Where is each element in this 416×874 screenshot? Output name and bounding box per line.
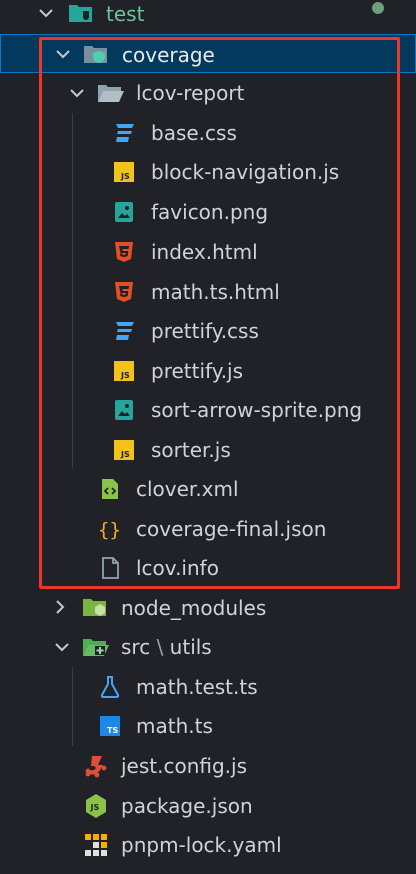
xml-file-icon <box>98 477 122 501</box>
json-file-icon: {} <box>96 515 121 541</box>
js-file-icon: JS <box>112 438 136 462</box>
jest-file-icon <box>83 754 107 778</box>
js-file-icon: JS <box>112 359 136 383</box>
svg-text:TS: TS <box>107 726 118 735</box>
tree-item-file[interactable]: JS block-navigation.js <box>0 152 416 191</box>
test-file-icon <box>98 675 122 699</box>
js-file-icon: JS <box>112 160 136 184</box>
tree-item-label: lcov.info <box>136 556 219 580</box>
tree-item-label: math.ts <box>136 714 213 738</box>
tree-item-label: package.json <box>121 794 253 818</box>
tree-item-file[interactable]: pnpm-lock.yaml <box>0 825 416 864</box>
tree-item-file[interactable]: clover.xml <box>0 469 416 508</box>
tree-item-src-utils[interactable]: src \ utils <box>0 627 416 666</box>
tree-item-label: test <box>106 2 145 26</box>
test-folder-icon <box>68 1 92 25</box>
path-separator: \ <box>156 635 164 659</box>
tree-item-label: favicon.png <box>151 200 269 224</box>
tree-item-test[interactable]: test <box>0 0 416 33</box>
tree-item-label: block-navigation.js <box>151 160 340 184</box>
html-file-icon <box>112 280 136 304</box>
tree-item-label: math.ts.html <box>151 280 280 304</box>
tree-item-file[interactable]: math.test.ts <box>0 667 416 706</box>
path-segment-utils: utils <box>169 635 212 659</box>
html-file-icon <box>112 240 136 264</box>
tree-item-file[interactable]: JS sorter.js <box>0 430 416 469</box>
src-folder-icon <box>82 635 109 659</box>
tree-item-label: node_modules <box>121 596 267 620</box>
svg-text:JS: JS <box>120 371 130 380</box>
svg-text:JS: JS <box>90 803 100 812</box>
image-file-icon <box>112 398 136 422</box>
tree-item-label: prettify.css <box>151 319 259 343</box>
chevron-down-icon[interactable] <box>38 5 54 21</box>
pnpm-file-icon <box>84 833 108 857</box>
tree-item-file[interactable]: favicon.png <box>0 192 416 231</box>
css-file-icon <box>112 319 136 343</box>
tree-item-file[interactable]: prettify.css <box>0 311 416 350</box>
image-file-icon <box>112 200 136 224</box>
tree-item-label: coverage <box>122 43 215 67</box>
tree-item-label: pnpm-lock.yaml <box>121 833 282 857</box>
tree-item-file[interactable]: {} coverage-final.json <box>0 509 416 548</box>
status-dot <box>372 2 384 14</box>
chevron-down-icon[interactable] <box>69 85 85 101</box>
tree-item-label: clover.xml <box>136 477 239 501</box>
tree-item-file[interactable]: lcov.info <box>0 548 416 587</box>
node-folder-icon <box>82 595 106 619</box>
svg-text:JS: JS <box>120 172 130 181</box>
tree-item-coverage[interactable]: coverage <box>0 34 416 73</box>
tree-item-label: math.test.ts <box>136 675 258 699</box>
folder-open-icon <box>97 81 124 105</box>
tree-item-label: sorter.js <box>151 438 231 462</box>
css-file-icon <box>112 121 136 145</box>
tree-item-file[interactable]: JS prettify.js <box>0 351 416 390</box>
chevron-down-icon[interactable] <box>54 639 70 655</box>
tree-item-file[interactable]: base.css <box>0 113 416 152</box>
tree-item-label: base.css <box>151 121 237 145</box>
tree-item-label: lcov-report <box>136 81 245 105</box>
tree-item-file[interactable]: sort-arrow-sprite.png <box>0 390 416 429</box>
path-segment-src: src <box>121 635 151 659</box>
chevron-down-icon[interactable] <box>55 46 71 62</box>
tree-item-file[interactable]: math.ts.html <box>0 272 416 311</box>
tree-item-node-modules[interactable]: node_modules <box>0 588 416 627</box>
chevron-right-icon[interactable] <box>52 599 68 615</box>
tree-item-label: jest.config.js <box>121 754 248 778</box>
info-file-icon <box>98 556 122 580</box>
tree-item-label: sort-arrow-sprite.png <box>151 398 363 422</box>
tree-item-file[interactable]: jest.config.js <box>0 746 416 785</box>
svg-text:JS: JS <box>120 450 130 459</box>
tree-item-label: prettify.js <box>151 359 244 383</box>
tree-item-label: index.html <box>151 240 258 264</box>
tree-item-file[interactable]: index.html <box>0 232 416 271</box>
tree-item-file[interactable]: TS math.ts <box>0 706 416 745</box>
tree-item-label: src \ utils <box>121 635 212 659</box>
svg-text:{}: {} <box>98 519 121 541</box>
coverage-folder-icon <box>83 42 107 66</box>
ts-file-icon: TS <box>98 714 122 738</box>
tree-item-lcov-report[interactable]: lcov-report <box>0 73 416 112</box>
npm-file-icon: JS <box>84 793 108 818</box>
tree-item-label: coverage-final.json <box>136 517 327 541</box>
tree-item-file[interactable]: JS package.json <box>0 786 416 825</box>
